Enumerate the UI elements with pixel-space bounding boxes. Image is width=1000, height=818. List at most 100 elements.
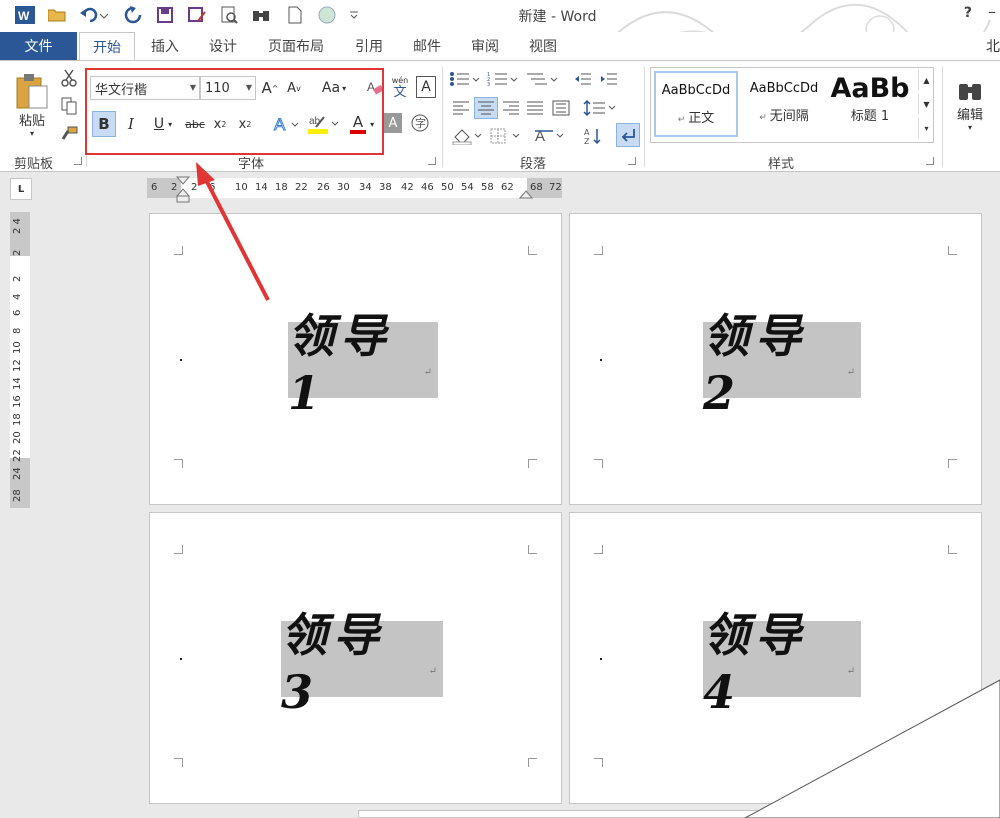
vertical-ruler[interactable]: 2 4 2 2 4 6 8 10 12 14 16 18 20 22 24 28 [10, 212, 30, 508]
ruler-tick-label: 26 [317, 182, 330, 193]
minimize-button[interactable]: – [988, 2, 996, 21]
character-border-icon[interactable]: A [416, 76, 436, 98]
svg-text:Z: Z [584, 137, 590, 145]
tab-design[interactable]: 设计 [198, 32, 248, 60]
label-text[interactable]: 领导 1 ↵ [288, 309, 438, 420]
tab-home[interactable]: 开始 [79, 32, 135, 60]
style-normal-name: 正文 [688, 111, 715, 126]
tab-review[interactable]: 审阅 [460, 32, 510, 60]
ruler-tick-label: 6 [12, 309, 23, 316]
label-page[interactable]: 领导 4 ↵ [569, 512, 982, 804]
bullets-icon[interactable] [448, 69, 482, 89]
distributed-icon[interactable] [550, 97, 572, 119]
decrease-indent-icon[interactable] [572, 69, 594, 89]
ruler-tick-label: 16 [12, 395, 23, 408]
label-text-value: 领导 2 [703, 309, 807, 420]
group-divider [942, 67, 943, 167]
align-right-icon[interactable] [500, 97, 522, 119]
phonetic-guide-button[interactable]: wén 文 [390, 75, 410, 101]
corner-mark [528, 545, 537, 554]
tab-file[interactable]: 文件 [0, 32, 77, 60]
clipboard-launcher-icon[interactable] [74, 157, 82, 165]
ruler-tick-label: 22 [12, 449, 23, 462]
enclose-characters-icon[interactable]: 字 [410, 113, 430, 133]
ruler-tick-label: 30 [337, 182, 350, 193]
ruler-tick-label: 46 [421, 182, 434, 193]
corner-mark [948, 545, 957, 554]
corner-mark [174, 459, 183, 468]
text-anchor-dot [180, 658, 182, 660]
style-heading-1[interactable]: AaBb 标题 1 [830, 71, 910, 137]
align-center-icon[interactable] [474, 97, 498, 119]
editing-label: 编辑 [956, 108, 983, 123]
paragraph-launcher-icon[interactable] [628, 157, 636, 165]
multilevel-list-icon[interactable] [524, 69, 560, 89]
numbering-icon[interactable]: 123 [486, 69, 520, 89]
tab-overflow[interactable]: 北 [986, 36, 1000, 56]
style-normal[interactable]: AaBbCcDd ↵ 正文 [654, 71, 738, 137]
font-launcher-icon[interactable] [428, 157, 436, 165]
justify-icon[interactable] [524, 97, 546, 119]
corner-mark [948, 459, 957, 468]
ruler-tick-label: 62 [501, 182, 514, 193]
tab-references[interactable]: 引用 [344, 32, 394, 60]
ruler-tick-label: 8 [12, 327, 23, 334]
ruler-tick-label: 14 [12, 377, 23, 390]
styles-launcher-icon[interactable] [926, 157, 934, 165]
ruler-tick-label: 10 [12, 341, 23, 354]
ruler-tick-label: 10 [235, 182, 248, 193]
format-painter-icon[interactable] [58, 123, 80, 145]
text-anchor-dot [180, 359, 182, 361]
horizontal-ruler[interactable]: 6 2 2 6 10 14 18 22 26 30 34 38 42 46 50 54 58 62 68 72 [147, 176, 562, 203]
line-spacing-icon[interactable] [582, 97, 618, 119]
label-page[interactable]: 领导 1 ↵ [149, 213, 562, 505]
borders-icon[interactable] [488, 125, 524, 147]
ruler-tick-label: 6 [151, 182, 158, 193]
corner-mark [174, 758, 183, 767]
tab-selector[interactable]: L [10, 178, 32, 200]
cut-icon[interactable] [58, 67, 80, 89]
editing-button[interactable]: 编辑 ▾ [948, 67, 992, 143]
label-text-value: 领导 1 [288, 309, 392, 420]
corner-mark [594, 545, 603, 554]
align-left-icon[interactable] [450, 97, 472, 119]
label-page[interactable]: 领导 3 ↵ [149, 512, 562, 804]
sort-icon[interactable]: AZ [582, 125, 604, 147]
styles-more-icon[interactable]: ▾ [918, 117, 934, 139]
help-button[interactable]: ? [964, 5, 972, 21]
ruler-tick-label: 2 [12, 275, 23, 282]
style-heading-1-sample: AaBb [830, 72, 910, 104]
character-shading-icon[interactable]: A [384, 113, 402, 133]
indent-markers-icon[interactable] [176, 176, 190, 206]
corner-mark [528, 459, 537, 468]
style-no-spacing[interactable]: AaBbCcDd ↵ 无间隔 [742, 71, 826, 137]
font-group-highlight [85, 68, 384, 155]
styles-scroll-down-icon[interactable]: ▼ [918, 93, 934, 115]
corner-mark [174, 246, 183, 255]
ruler-tick-label: 18 [275, 182, 288, 193]
tab-page-layout[interactable]: 页面布局 [258, 32, 334, 60]
tab-insert[interactable]: 插入 [140, 32, 190, 60]
label-text[interactable]: 领导 3 ↵ [281, 608, 443, 719]
label-text[interactable]: 领导 4 ↵ [703, 608, 861, 719]
chinese-layout-icon[interactable]: A [534, 125, 568, 147]
phonetic-guide-pinyin: wén [391, 75, 409, 85]
styles-scroll-up-icon[interactable]: ▲ [918, 69, 934, 91]
ruler-tick-label: 22 [295, 182, 308, 193]
copy-icon[interactable] [58, 95, 80, 117]
show-marks-icon[interactable] [616, 123, 640, 147]
svg-text:A: A [584, 128, 590, 137]
tab-view[interactable]: 视图 [518, 32, 568, 60]
tab-mailings[interactable]: 邮件 [402, 32, 452, 60]
label-page[interactable]: 领导 2 ↵ [569, 213, 982, 505]
increase-indent-icon[interactable] [598, 69, 620, 89]
corner-mark [594, 459, 603, 468]
label-text[interactable]: 领导 2 ↵ [703, 309, 861, 420]
ruler-tick-label: 2 [171, 182, 178, 193]
shading-icon[interactable] [450, 125, 486, 147]
paragraph-mark: ↵ [846, 666, 861, 677]
ruler-tick-label: 24 [12, 467, 23, 480]
paste-button[interactable]: 粘贴 ▾ [12, 67, 52, 143]
text-anchor-dot [600, 359, 602, 361]
ruler-tick-label: 14 [255, 182, 268, 193]
